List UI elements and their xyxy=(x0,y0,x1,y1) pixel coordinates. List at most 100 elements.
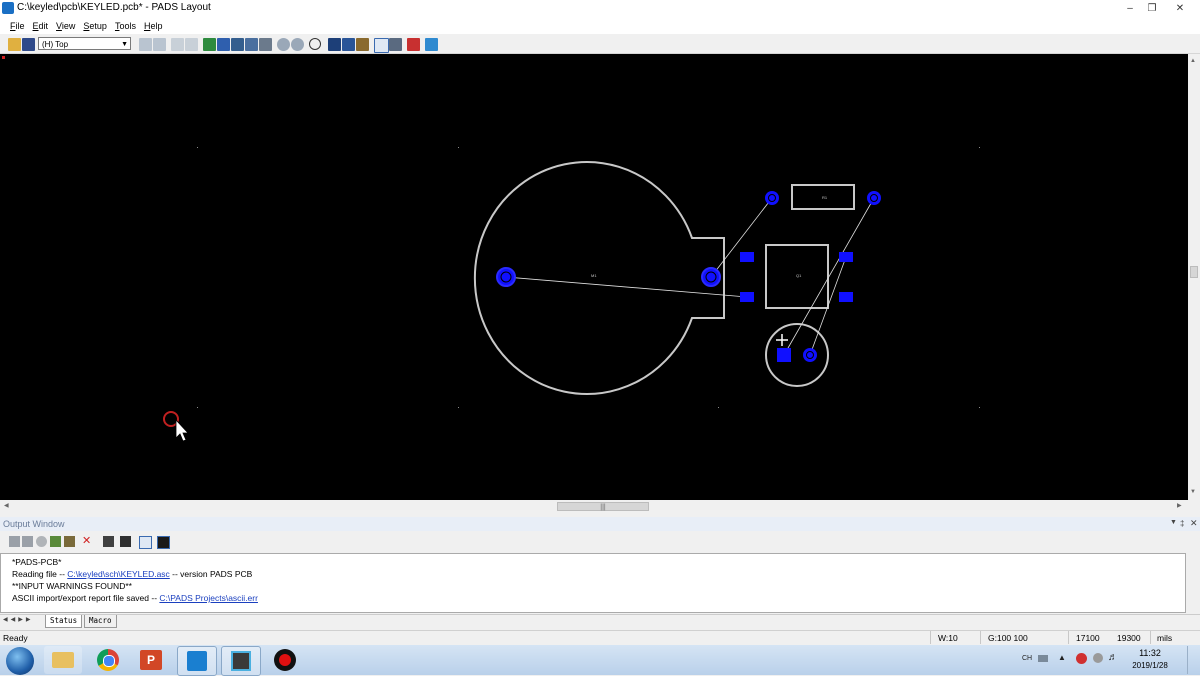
antivirus-icon[interactable] xyxy=(1076,653,1087,664)
powerpoint-icon[interactable]: P xyxy=(132,646,170,674)
columns-icon[interactable] xyxy=(157,536,170,549)
label-q1: Q1 xyxy=(796,273,802,278)
undo-icon[interactable] xyxy=(277,38,290,51)
redo-icon[interactable] xyxy=(291,38,304,51)
output-line-text: ASCII import/export report file saved -- xyxy=(12,593,160,603)
bus-icon[interactable] xyxy=(217,38,230,51)
show-hidden-icons-icon[interactable]: ▲ xyxy=(1058,653,1066,662)
output-line-text: Reading file -- xyxy=(12,569,68,579)
pads xyxy=(496,191,881,362)
component-outline-led xyxy=(765,323,829,387)
pads-icon[interactable] xyxy=(177,646,217,676)
menu-edit[interactable]: Edit xyxy=(29,21,53,31)
scroll-left-icon[interactable]: ◀ xyxy=(4,502,9,509)
tab-nav-arrows-icon[interactable]: ◀◀▶▶ xyxy=(3,616,33,623)
file-link[interactable]: C:\keyled\sch\KEYLED.asc xyxy=(67,569,170,579)
canvas-horizontal-thumb[interactable]: ||| xyxy=(557,502,649,511)
verify-icon[interactable] xyxy=(407,38,420,51)
cross-icon[interactable] xyxy=(185,38,198,51)
keyboard-icon[interactable] xyxy=(1038,655,1048,662)
label-m1: M1 xyxy=(591,273,597,278)
tab-macro[interactable]: Macro xyxy=(84,615,117,628)
label-r1: R1 xyxy=(822,195,828,200)
menu-setup[interactable]: Setup xyxy=(79,21,111,31)
menu-tools[interactable]: Tools xyxy=(111,21,140,31)
status-x-coordinate: 17100 xyxy=(1076,633,1100,643)
pcb-canvas[interactable]: M1 R1 Q1 xyxy=(0,54,1188,500)
output-line-text: -- version PADS PCB xyxy=(169,569,253,579)
output-line: ASCII import/export report file saved --… xyxy=(12,593,258,603)
grid-icon[interactable] xyxy=(171,38,184,51)
edit-icon[interactable] xyxy=(139,536,152,549)
output-text-area[interactable]: *PADS-PCB* Reading file -- C:\keyled\sch… xyxy=(0,553,1186,613)
stop-icon[interactable] xyxy=(36,536,47,547)
close-icon[interactable]: ✕ xyxy=(1166,0,1194,16)
status-separator xyxy=(1150,631,1151,644)
status-separator xyxy=(980,631,981,644)
ratlines xyxy=(505,197,875,356)
refresh-icon[interactable] xyxy=(153,38,166,51)
volume-icon[interactable]: ♬ xyxy=(1108,652,1118,663)
network-icon[interactable] xyxy=(1093,653,1103,663)
scroll-up-icon[interactable]: ▲ xyxy=(1190,58,1196,64)
properties-icon[interactable] xyxy=(139,38,152,51)
chrome-icon[interactable] xyxy=(89,646,127,674)
output-line: *PADS-PCB* xyxy=(12,557,61,567)
status-separator xyxy=(1068,631,1069,644)
home-icon[interactable] xyxy=(64,536,75,547)
status-separator xyxy=(930,631,931,644)
run-icon[interactable] xyxy=(50,536,61,547)
clock-date[interactable]: 2019/1/28 xyxy=(1120,661,1180,670)
dropdown-icon[interactable]: ▼ xyxy=(1170,519,1177,526)
status-width: W:10 xyxy=(938,633,958,643)
canvas-vertical-thumb[interactable] xyxy=(1190,266,1198,278)
output-tabs-row xyxy=(0,614,1200,629)
output-vertical-scrollbar[interactable] xyxy=(1186,553,1200,613)
output-line: Reading file -- C:\keyled\sch\KEYLED.asc… xyxy=(12,569,252,579)
open-icon[interactable] xyxy=(8,38,21,51)
menu-view[interactable]: View xyxy=(52,21,79,31)
print-icon[interactable] xyxy=(103,536,114,547)
restore-icon[interactable]: ❐ xyxy=(1138,0,1166,16)
display-icon[interactable] xyxy=(342,38,355,51)
file-explorer-icon[interactable] xyxy=(44,646,82,674)
menu-file[interactable]: File xyxy=(6,21,29,31)
zoom-icon[interactable] xyxy=(309,38,321,50)
layers-icon[interactable] xyxy=(328,38,341,51)
pads-app-icon xyxy=(2,2,14,14)
record-icon[interactable] xyxy=(266,646,304,674)
find-icon[interactable] xyxy=(120,536,131,547)
clear-icon[interactable]: ✕ xyxy=(82,534,91,547)
window-title: C:\keyled\pcb\KEYLED.pcb* - PADS Layout xyxy=(17,2,211,13)
brush-icon[interactable] xyxy=(356,38,369,51)
start-orb-icon[interactable] xyxy=(6,647,34,675)
output-line-text: *PADS-PCB* xyxy=(12,557,62,567)
pads-router-icon[interactable] xyxy=(221,646,261,676)
scroll-down-icon[interactable]: ▼ xyxy=(1190,489,1196,495)
forward-icon[interactable] xyxy=(22,536,33,547)
scroll-right-icon[interactable]: ▶ xyxy=(1177,502,1182,509)
back-icon[interactable] xyxy=(9,536,20,547)
route-icon[interactable] xyxy=(203,38,216,51)
layer-select[interactable]: (H) Top ▼ xyxy=(38,37,131,50)
pin-icon[interactable]: ‡ xyxy=(1180,519,1184,528)
move-icon[interactable] xyxy=(245,38,258,51)
input-method-indicator[interactable]: CH xyxy=(1022,655,1032,662)
tab-status[interactable]: Status xyxy=(45,615,83,628)
status-units: mils xyxy=(1157,633,1173,643)
router-icon[interactable] xyxy=(425,38,438,51)
layer-select-value: (H) Top xyxy=(42,40,69,49)
menu-help[interactable]: Help xyxy=(140,21,167,31)
save-icon[interactable] xyxy=(22,38,35,51)
origin-marker xyxy=(2,56,5,59)
show-desktop-button[interactable] xyxy=(1187,646,1200,674)
file-link[interactable]: C:\PADS Projects\ascii.err xyxy=(159,593,258,603)
report-icon[interactable] xyxy=(389,38,402,51)
clock-time[interactable]: 11:32 xyxy=(1120,648,1180,658)
select-mode-icon[interactable] xyxy=(374,38,389,53)
distribute-icon[interactable] xyxy=(259,38,272,51)
menu-bar: File Edit View Setup Tools Help xyxy=(0,17,1200,34)
output-close-icon[interactable]: ✕ xyxy=(1190,518,1198,529)
output-window-title: Output Window xyxy=(3,519,65,529)
component-icon[interactable] xyxy=(231,38,244,51)
